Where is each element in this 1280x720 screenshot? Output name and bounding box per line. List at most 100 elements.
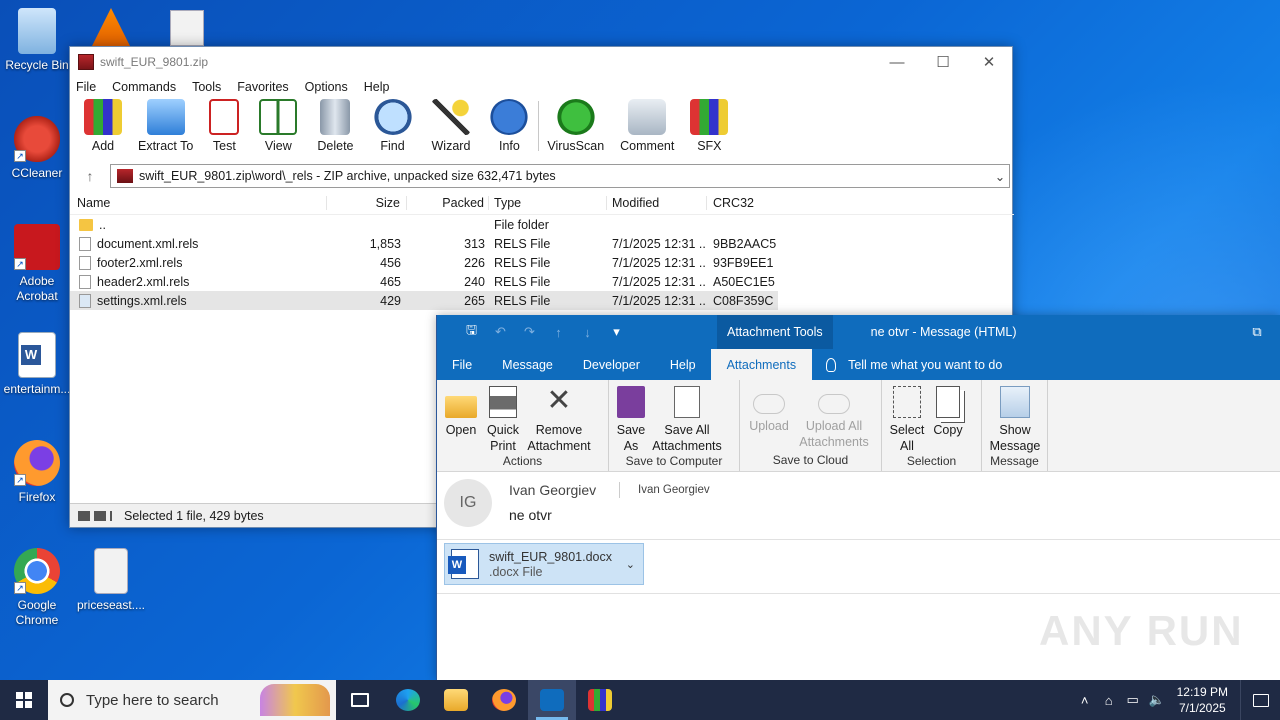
minimize-icon[interactable]: — bbox=[874, 47, 920, 77]
chevron-down-icon[interactable]: ⌄ bbox=[991, 169, 1009, 184]
taskbar-search[interactable]: Type here to search bbox=[48, 680, 336, 720]
up-arrow-icon[interactable]: ↑ bbox=[544, 325, 573, 340]
start-button[interactable] bbox=[0, 680, 48, 720]
column-header-size[interactable]: Size bbox=[327, 195, 407, 210]
taskbar-winrar[interactable] bbox=[576, 680, 624, 720]
taskbar: Type here to search ˄ ⌂ ▭ 🔈 12:19 PM 7/1… bbox=[0, 680, 1280, 720]
desktop-icon-word-doc[interactable]: W entertainm... bbox=[0, 332, 74, 397]
group-label: Actions bbox=[502, 454, 543, 468]
clock-date: 7/1/2025 bbox=[1178, 701, 1226, 715]
info-button[interactable]: Info bbox=[490, 99, 529, 153]
table-row[interactable]: .. File folder bbox=[70, 215, 778, 234]
taskbar-outlook[interactable] bbox=[528, 680, 576, 720]
winrar-titlebar[interactable]: swift_EUR_9801.zip — ☐ ✕ bbox=[70, 47, 1012, 77]
taskbar-edge[interactable] bbox=[384, 680, 432, 720]
vlc-icon[interactable] bbox=[92, 8, 130, 46]
menu-favorites[interactable]: Favorites bbox=[237, 80, 296, 94]
test-button[interactable]: Test bbox=[209, 99, 240, 153]
desktop-icon-label: Recycle Bin bbox=[5, 58, 69, 72]
tell-me-box[interactable]: Tell me what you want to do bbox=[826, 357, 1002, 372]
desktop-icon-prices-file[interactable]: priceseast.... bbox=[74, 548, 148, 613]
save-icon[interactable]: 🖫 bbox=[457, 321, 486, 343]
upload-all-attachments-button[interactable]: Upload All Attachments bbox=[794, 386, 874, 453]
desktop-icon-label: Adobe Acrobat bbox=[16, 274, 58, 303]
desktop-icon-ccleaner[interactable]: ↗ CCleaner bbox=[0, 116, 74, 181]
view-button[interactable]: View bbox=[259, 99, 298, 153]
file-icon bbox=[79, 274, 91, 289]
network-icon[interactable]: ⌂ bbox=[1097, 693, 1121, 708]
monitor-icon[interactable]: ▭ bbox=[1121, 692, 1145, 708]
tab-developer[interactable]: Developer bbox=[568, 349, 655, 380]
save-all-attachments-button[interactable]: Save All Attachments bbox=[649, 386, 725, 454]
path-field[interactable]: swift_EUR_9801.zip\word\_rels - ZIP arch… bbox=[110, 164, 1010, 188]
column-header-packed[interactable]: Packed bbox=[407, 195, 489, 210]
column-header-crc[interactable]: CRC32 bbox=[707, 196, 777, 210]
virusscan-button[interactable]: VirusScan bbox=[547, 99, 604, 153]
add-button[interactable]: Add bbox=[84, 99, 122, 153]
notification-button[interactable] bbox=[1240, 680, 1280, 720]
ccleaner-icon: ↗ bbox=[14, 116, 60, 162]
copy-button[interactable]: Copy bbox=[928, 386, 968, 454]
chevron-up-icon[interactable]: ˄ bbox=[1073, 693, 1097, 708]
outlook-titlebar[interactable]: 🖫 ↶ ↷ ↑ ↓ ▾ Attachment Tools ne otvr - M… bbox=[437, 315, 1280, 349]
outlook-message-window: 🖫 ↶ ↷ ↑ ↓ ▾ Attachment Tools ne otvr - M… bbox=[436, 315, 1280, 680]
wizard-button[interactable]: Wizard bbox=[432, 99, 470, 153]
down-arrow-icon[interactable]: ↓ bbox=[573, 325, 602, 340]
menu-help[interactable]: Help bbox=[364, 80, 398, 94]
attachment-chip[interactable]: swift_EUR_9801.docx .docx File ⌄ bbox=[444, 543, 644, 585]
table-row[interactable]: footer2.xml.rels 456 226 RELS File 7/1/2… bbox=[70, 253, 778, 272]
delete-button[interactable]: Delete bbox=[317, 99, 354, 153]
show-message-button[interactable]: Show Message bbox=[986, 386, 1044, 454]
file-icon bbox=[79, 236, 91, 251]
table-row[interactable]: header2.xml.rels 465 240 RELS File 7/1/2… bbox=[70, 272, 778, 291]
desktop-icon-chrome[interactable]: ↗ Google Chrome bbox=[0, 548, 74, 628]
recipient-name[interactable]: Ivan Georgiev bbox=[638, 484, 710, 496]
upload-button[interactable]: Upload bbox=[744, 386, 794, 453]
save-as-button[interactable]: Save As bbox=[613, 386, 649, 454]
desktop-icon-recycle-bin[interactable]: Recycle Bin bbox=[0, 8, 74, 73]
redo-icon[interactable]: ↷ bbox=[515, 324, 544, 340]
maximize-icon[interactable]: ☐ bbox=[920, 47, 966, 77]
clock[interactable]: 12:19 PM 7/1/2025 bbox=[1177, 684, 1228, 716]
sender-name[interactable]: Ivan Georgiev bbox=[509, 482, 596, 498]
undo-icon[interactable]: ↶ bbox=[486, 324, 515, 340]
tab-file[interactable]: File bbox=[437, 349, 487, 380]
remove-attachment-button[interactable]: ✕ Remove Attachment bbox=[525, 386, 593, 454]
column-header-modified[interactable]: Modified bbox=[607, 195, 707, 210]
tab-attachments[interactable]: Attachments bbox=[710, 349, 813, 380]
table-row-selected[interactable]: settings.xml.rels 429 265 RELS File 7/1/… bbox=[70, 291, 778, 310]
menu-options[interactable]: Options bbox=[305, 80, 356, 94]
column-header-name[interactable]: Name bbox=[70, 195, 327, 210]
menu-tools[interactable]: Tools bbox=[192, 80, 229, 94]
tab-help[interactable]: Help bbox=[655, 349, 711, 380]
comment-button[interactable]: Comment bbox=[620, 99, 674, 153]
comment-icon bbox=[628, 99, 667, 135]
column-header-type[interactable]: Type bbox=[489, 195, 607, 210]
menu-file[interactable]: File bbox=[76, 80, 104, 94]
taskbar-firefox[interactable] bbox=[480, 680, 528, 720]
up-arrow-icon[interactable]: ↑ bbox=[70, 168, 110, 184]
volume-icon[interactable]: 🔈 bbox=[1145, 692, 1169, 708]
menu-commands[interactable]: Commands bbox=[112, 80, 184, 94]
tab-message[interactable]: Message bbox=[487, 349, 568, 380]
desktop-icon-firefox[interactable]: ↗ Firefox bbox=[0, 440, 74, 505]
desktop-icon-label: Google Chrome bbox=[15, 598, 59, 627]
close-icon[interactable]: ✕ bbox=[966, 47, 1012, 77]
image-file-icon[interactable] bbox=[170, 10, 204, 46]
select-all-button[interactable]: Select All bbox=[886, 386, 928, 454]
desktop-icon-adobe-acrobat[interactable]: ↗ Adobe Acrobat bbox=[0, 224, 74, 304]
table-row[interactable]: document.xml.rels 1,853 313 RELS File 7/… bbox=[70, 234, 778, 253]
find-button[interactable]: Find bbox=[373, 99, 412, 153]
sfx-button[interactable]: SFX bbox=[690, 99, 729, 153]
copy-icon bbox=[936, 386, 960, 418]
quick-print-button[interactable]: Quick Print bbox=[481, 386, 525, 454]
add-archive-icon bbox=[84, 99, 122, 135]
customize-qat-icon[interactable]: ▾ bbox=[602, 324, 631, 340]
chevron-down-icon[interactable]: ⌄ bbox=[626, 558, 635, 571]
group-label: Message bbox=[990, 454, 1039, 468]
ribbon-display-icon[interactable]: ⧉ bbox=[1244, 324, 1280, 340]
taskbar-file-explorer[interactable] bbox=[432, 680, 480, 720]
task-view-button[interactable] bbox=[336, 680, 384, 720]
open-button[interactable]: Open bbox=[441, 386, 481, 454]
extract-to-button[interactable]: Extract To bbox=[138, 99, 193, 153]
